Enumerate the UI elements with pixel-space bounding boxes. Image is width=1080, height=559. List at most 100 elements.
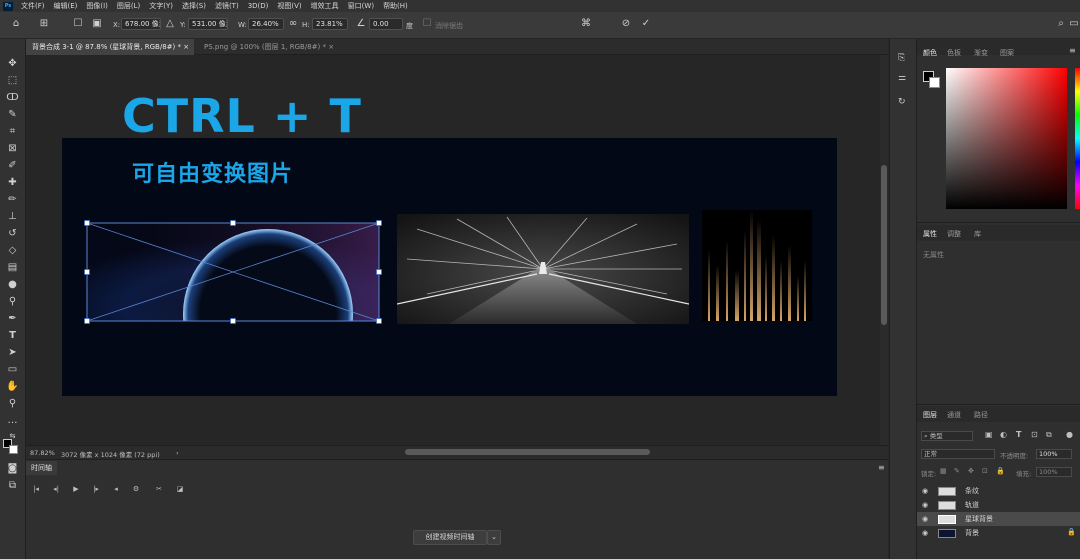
tab-close-icon[interactable]: ×	[328, 43, 334, 51]
settings-gear-icon[interactable]: ⚙	[130, 484, 142, 494]
transition-icon[interactable]: ◪	[174, 484, 186, 494]
move-tool-icon[interactable]: ✥	[5, 57, 20, 71]
opacity-field[interactable]: 100%	[1036, 449, 1072, 459]
stripes-image[interactable]	[702, 210, 812, 321]
reference-checkbox-icon[interactable]: ☐	[72, 18, 84, 30]
visibility-eye-icon[interactable]: ◉	[922, 515, 928, 523]
filter-pixel-icon[interactable]: ▣	[985, 430, 993, 439]
tab-properties[interactable]: 属性	[923, 228, 937, 240]
menu-edit[interactable]: 编辑(E)	[54, 1, 78, 11]
status-arrow-icon[interactable]: ‹	[176, 449, 179, 457]
tab-gradients[interactable]: 渐变	[974, 47, 988, 59]
blur-tool-icon[interactable]: ●	[5, 278, 20, 292]
timeline-dropdown-icon[interactable]: ⌄	[487, 530, 501, 545]
audio-icon[interactable]: ◂	[110, 484, 122, 494]
reference-grid-icon[interactable]: ▣	[91, 18, 103, 30]
height-field[interactable]: 23.81%	[312, 18, 348, 30]
blend-mode-dropdown[interactable]: 正常	[921, 449, 995, 459]
history-brush-tool-icon[interactable]: ↺	[5, 227, 20, 241]
lock-position-icon[interactable]: ✥	[968, 467, 974, 475]
layer-row-planet[interactable]: ◉ 星球背景	[917, 512, 1080, 526]
warp-icon[interactable]: ⌘	[580, 18, 592, 30]
next-frame-icon[interactable]: |▸	[90, 484, 102, 494]
link-delta-icon[interactable]: △	[164, 18, 176, 30]
tab-adjustments[interactable]: 调整	[947, 228, 961, 240]
lock-artboard-icon[interactable]: ⊡	[982, 467, 988, 475]
zoom-tool-icon[interactable]: ⚲	[5, 397, 20, 411]
track-image[interactable]	[397, 214, 689, 324]
frame-tool-icon[interactable]: ⊠	[5, 142, 20, 156]
crop-tool-icon[interactable]: ⌗	[5, 125, 20, 139]
tab-color[interactable]: 颜色	[923, 47, 937, 59]
hue-slider[interactable]	[1075, 68, 1080, 209]
color-picker-field[interactable]	[946, 68, 1067, 209]
brush-tool-icon[interactable]: ✏	[5, 193, 20, 207]
stamp-tool-icon[interactable]: ⊥	[5, 210, 20, 224]
eraser-tool-icon[interactable]: ◇	[5, 244, 20, 258]
healing-tool-icon[interactable]: ✚	[5, 176, 20, 190]
layer-row-stripes[interactable]: ◉ 条纹	[917, 484, 1080, 498]
background-swatch[interactable]	[929, 77, 940, 88]
interp-checkbox-icon[interactable]: ☐	[421, 18, 433, 30]
visibility-eye-icon[interactable]: ◉	[922, 501, 928, 509]
visibility-eye-icon[interactable]: ◉	[922, 487, 928, 495]
menu-3d[interactable]: 3D(D)	[248, 2, 269, 10]
marquee-tool-icon[interactable]: ⬚	[5, 74, 20, 88]
lasso-tool-icon[interactable]: ↀ	[5, 91, 20, 105]
filter-toggle-icon[interactable]: ●	[1066, 430, 1073, 439]
panel-menu-icon[interactable]: ≡	[1069, 46, 1076, 55]
background-color[interactable]	[9, 445, 18, 454]
more-tools-icon[interactable]: …	[5, 414, 20, 428]
link-icon[interactable]: ∞	[287, 18, 299, 30]
menu-help[interactable]: 帮助(H)	[383, 1, 408, 11]
checkmark-icon[interactable]: ✓	[640, 18, 652, 30]
x-field[interactable]: 678.00 像素	[121, 18, 161, 30]
zoom-level[interactable]: 87.82%	[30, 449, 55, 457]
tab-layers[interactable]: 图层	[923, 409, 937, 421]
layer-filter-dropdown[interactable]: ⌕ 类型	[921, 431, 973, 441]
lock-pixels-icon[interactable]: ✎	[954, 467, 960, 475]
menu-layer[interactable]: 图层(L)	[117, 1, 140, 11]
tab-patterns[interactable]: 图案	[1000, 47, 1014, 59]
menu-filter[interactable]: 滤镜(T)	[215, 1, 239, 11]
quick-select-tool-icon[interactable]: ✎	[5, 108, 20, 122]
pen-tool-icon[interactable]: ✒	[5, 312, 20, 326]
planet-image[interactable]	[83, 219, 383, 325]
lock-all-icon[interactable]: 🔒	[996, 467, 1005, 475]
search-icon[interactable]: ⌕	[1055, 18, 1067, 30]
screen-mode-icon[interactable]: ⧉	[5, 479, 20, 493]
type-tool-icon[interactable]: T	[5, 329, 20, 343]
fill-field[interactable]: 100%	[1036, 467, 1072, 477]
tab-swatches[interactable]: 色板	[947, 47, 961, 59]
gradient-tool-icon[interactable]: ▤	[5, 261, 20, 275]
dodge-tool-icon[interactable]: ⚲	[5, 295, 20, 309]
cancel-icon[interactable]: ⊘	[620, 18, 632, 30]
quick-mask-icon[interactable]: ◙	[5, 462, 20, 476]
menu-image[interactable]: 图像(I)	[86, 1, 108, 11]
split-scissors-icon[interactable]: ✂	[153, 484, 165, 494]
adjustments-icon[interactable]: ⚌	[898, 73, 906, 83]
lock-transparency-icon[interactable]: ▦	[940, 467, 947, 475]
document-info[interactable]: 3072 像素 x 1024 像素 (72 ppi)	[61, 449, 160, 459]
menu-type[interactable]: 文字(Y)	[149, 1, 173, 11]
menu-select[interactable]: 选择(S)	[182, 1, 206, 11]
actions-icon[interactable]: ↻	[898, 97, 906, 107]
horizontal-scroll-thumb[interactable]	[405, 449, 650, 455]
layer-row-track[interactable]: ◉ 轨道	[917, 498, 1080, 512]
first-frame-icon[interactable]: |◂	[30, 484, 42, 494]
previous-frame-icon[interactable]: ◂|	[50, 484, 62, 494]
create-video-timeline-button[interactable]: 创建视频时间轴	[413, 530, 487, 545]
home-icon[interactable]: ⌂	[10, 18, 22, 30]
filter-smart-icon[interactable]: ⧉	[1046, 430, 1052, 440]
tab-libraries[interactable]: 库	[974, 228, 981, 240]
tab-document-2[interactable]: PS.png @ 100% (图层 1, RGB/8#) * ×	[198, 39, 348, 55]
filter-shape-icon[interactable]: ⊡	[1031, 430, 1038, 439]
filter-adjust-icon[interactable]: ◐	[1000, 430, 1007, 439]
menu-view[interactable]: 视图(V)	[277, 1, 301, 11]
timeline-tab[interactable]: 时间轴	[26, 461, 57, 475]
tab-channels[interactable]: 通道	[947, 409, 961, 421]
filter-type-icon[interactable]: T	[1016, 430, 1021, 439]
hand-tool-icon[interactable]: ✋	[5, 380, 20, 394]
tab-close-icon[interactable]: ×	[183, 43, 189, 51]
menu-plugins[interactable]: 增效工具	[311, 1, 339, 11]
